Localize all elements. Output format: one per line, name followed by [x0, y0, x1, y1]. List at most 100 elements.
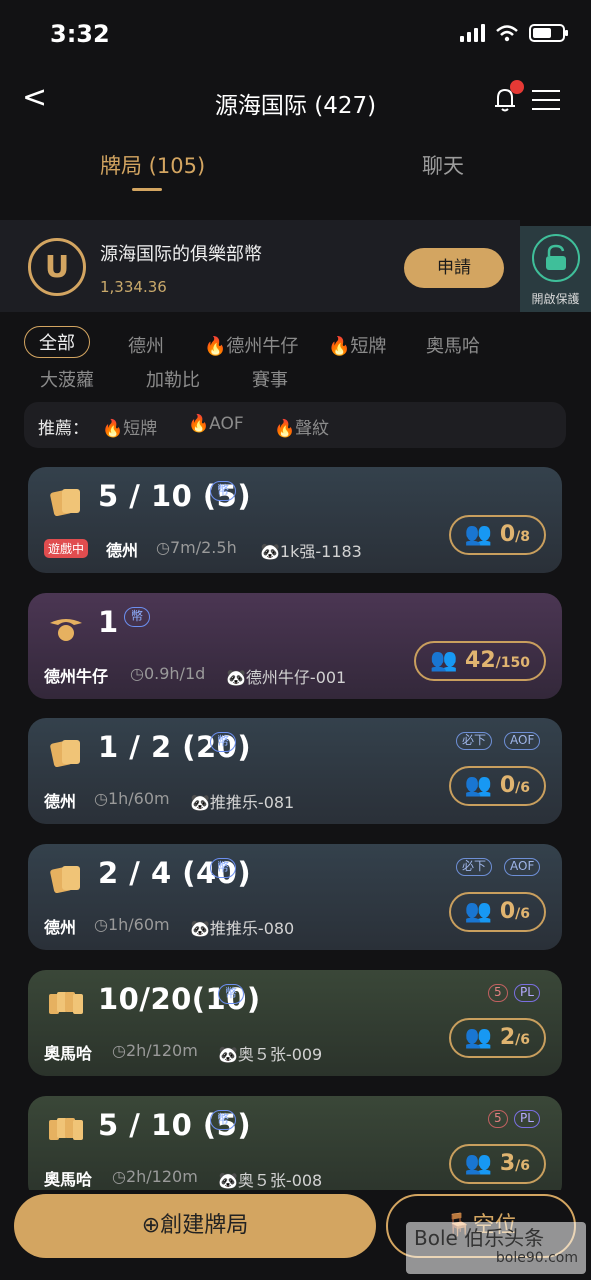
game-type: 德州	[44, 792, 77, 811]
game-card[interactable]: 1 幣 德州牛仔 ◷0.9h/1d 🐼德州牛仔-001 👥 42/150	[28, 593, 562, 699]
filter-caribbean[interactable]: 加勒比	[146, 366, 200, 392]
game-host: 🐼奥５张-008	[218, 1171, 323, 1190]
poker-cards-icon	[50, 740, 80, 768]
tag-must-bet: 必下	[456, 858, 493, 876]
coin-badge: 幣	[210, 1110, 237, 1130]
clock-time: 3:32	[50, 20, 110, 48]
seat-count: 👥 3/6	[448, 1144, 546, 1184]
game-type: 德州	[44, 918, 77, 937]
tab-bar: 牌局 (105) 聊天	[0, 140, 591, 200]
filter-pineapple[interactable]: 大菠蘿	[40, 366, 94, 392]
seat-count: 👥 0/8	[448, 515, 546, 555]
players-icon: 👥	[464, 773, 493, 798]
game-host: 🐼1k强-1183	[260, 542, 362, 561]
seat-count: 👥 42/150	[413, 641, 546, 681]
game-time: ◷1h/60m	[94, 789, 170, 808]
filter-holdem-cowboy[interactable]: 🔥德州牛仔	[204, 332, 298, 358]
game-card[interactable]: 10/20(10) 幣 5 PL 奧馬哈 ◷2h/120m 🐼奥５张-009 👥…	[28, 970, 562, 1076]
clock-icon: ◷	[94, 789, 108, 808]
poker-cards-icon	[50, 489, 80, 517]
game-card[interactable]: 5 / 10 (5) 幣 5 PL 奧馬哈 ◷2h/120m 🐼奥５张-008 …	[28, 1096, 562, 1202]
club-coin-name: 源海国际的俱樂部幣	[100, 244, 262, 265]
coin-badge: 幣	[210, 858, 237, 878]
seat-count: 👥 0/6	[448, 892, 546, 932]
panda-icon: 🐼	[190, 919, 210, 938]
recommend-short-deck[interactable]: 🔥短牌	[102, 414, 157, 439]
poker-fan-icon	[49, 992, 83, 1014]
fire-icon: 🔥	[328, 336, 351, 357]
wifi-icon	[496, 25, 518, 42]
recommend-voiceprint[interactable]: 🔥聲紋	[274, 414, 329, 439]
game-time: ◷2h/120m	[112, 1167, 198, 1186]
game-type: 德州	[106, 541, 139, 560]
coin-badge: 幣	[210, 481, 237, 501]
game-host: 🐼推推乐-081	[190, 793, 295, 812]
game-type: 德州牛仔	[44, 667, 109, 686]
notification-dot	[510, 80, 524, 94]
players-icon: 👥	[464, 522, 493, 547]
tag-pot-limit: PL	[514, 984, 540, 1002]
unlock-label: 開啟保護	[531, 292, 580, 306]
panda-icon: 🐼	[260, 542, 280, 561]
tab-chat[interactable]: 聊天	[422, 150, 464, 180]
game-card[interactable]: 2 / 4 (40) 幣 必下 AOF 德州 ◷1h/60m 🐼推推乐-080 …	[28, 844, 562, 950]
fire-icon: 🔥	[188, 414, 210, 434]
seat-count: 👥 2/6	[448, 1018, 546, 1058]
fire-icon: 🔥	[102, 419, 124, 439]
filter-short-deck[interactable]: 🔥短牌	[328, 332, 386, 358]
fire-icon: 🔥	[274, 419, 296, 439]
tag-must-bet: 必下	[456, 732, 493, 750]
players-icon: 👥	[464, 1025, 493, 1050]
tag-pot-limit: PL	[514, 1110, 540, 1128]
filter-all[interactable]: 全部	[24, 326, 90, 358]
game-type: 奧馬哈	[44, 1170, 93, 1189]
game-time: ◷0.9h/1d	[130, 664, 206, 683]
seat-count: 👥 0/6	[448, 766, 546, 806]
game-host: 🐼推推乐-080	[190, 919, 295, 938]
nav-bar: < 源海国际 (427)	[0, 72, 591, 128]
filter-holdem[interactable]: 德州	[128, 332, 164, 358]
game-type: 奧馬哈	[44, 1044, 93, 1063]
clock-icon: ◷	[130, 664, 144, 683]
panda-icon: 🐼	[218, 1045, 238, 1064]
tag-five-card: 5	[488, 984, 508, 1002]
panda-icon: 🐼	[190, 793, 210, 812]
panda-icon: 🐼	[226, 668, 246, 687]
game-time: ◷1h/60m	[94, 915, 170, 934]
game-host: 🐼奥５张-009	[218, 1045, 323, 1064]
club-coin-balance: 1,334.36	[100, 278, 167, 296]
tab-games[interactable]: 牌局 (105)	[100, 150, 205, 180]
unlock-icon	[532, 234, 580, 282]
cowboy-icon	[50, 619, 82, 641]
game-host: 🐼德州牛仔-001	[226, 668, 347, 687]
coin-badge: 幣	[218, 984, 245, 1004]
panda-icon: 🐼	[218, 1171, 238, 1190]
unlock-protection-button[interactable]: 開啟保護	[520, 226, 591, 312]
game-card[interactable]: 5 / 10 (5) 幣 遊戲中 德州 ◷7m/2.5h 🐼1k强-1183 👥…	[28, 467, 562, 573]
tag-aof: AOF	[504, 858, 541, 876]
club-coin-icon: U	[28, 238, 86, 296]
poker-cards-icon	[50, 866, 80, 894]
battery-icon	[529, 24, 568, 42]
clock-icon: ◷	[112, 1167, 126, 1186]
apply-button[interactable]: 申請	[404, 248, 504, 288]
players-icon: 👥	[464, 899, 493, 924]
players-icon: 👥	[429, 648, 458, 673]
plus-circle-icon: ⊕	[141, 1213, 161, 1238]
coin-badge: 幣	[210, 732, 237, 752]
clock-icon: ◷	[94, 915, 108, 934]
filter-tournament[interactable]: 賽事	[252, 366, 288, 392]
filter-omaha[interactable]: 奧馬哈	[426, 332, 480, 358]
create-game-button[interactable]: ⊕創建牌局	[14, 1194, 376, 1258]
recommend-bar: 推薦： 🔥短牌 🔥AOF 🔥聲紋	[24, 402, 566, 448]
recommend-label: 推薦：	[38, 419, 89, 439]
menu-icon[interactable]	[532, 90, 560, 117]
tab-indicator	[132, 188, 162, 191]
coin-badge: 幣	[124, 607, 151, 627]
game-stakes: 1	[98, 605, 119, 639]
club-balance-bar: U 源海国际的俱樂部幣 1,334.36 申請	[0, 220, 520, 312]
clock-icon: ◷	[156, 538, 170, 557]
recommend-aof[interactable]: 🔥AOF	[188, 414, 244, 434]
tag-five-card: 5	[488, 1110, 508, 1128]
game-card[interactable]: 1 / 2 (20) 幣 必下 AOF 德州 ◷1h/60m 🐼推推乐-081 …	[28, 718, 562, 824]
